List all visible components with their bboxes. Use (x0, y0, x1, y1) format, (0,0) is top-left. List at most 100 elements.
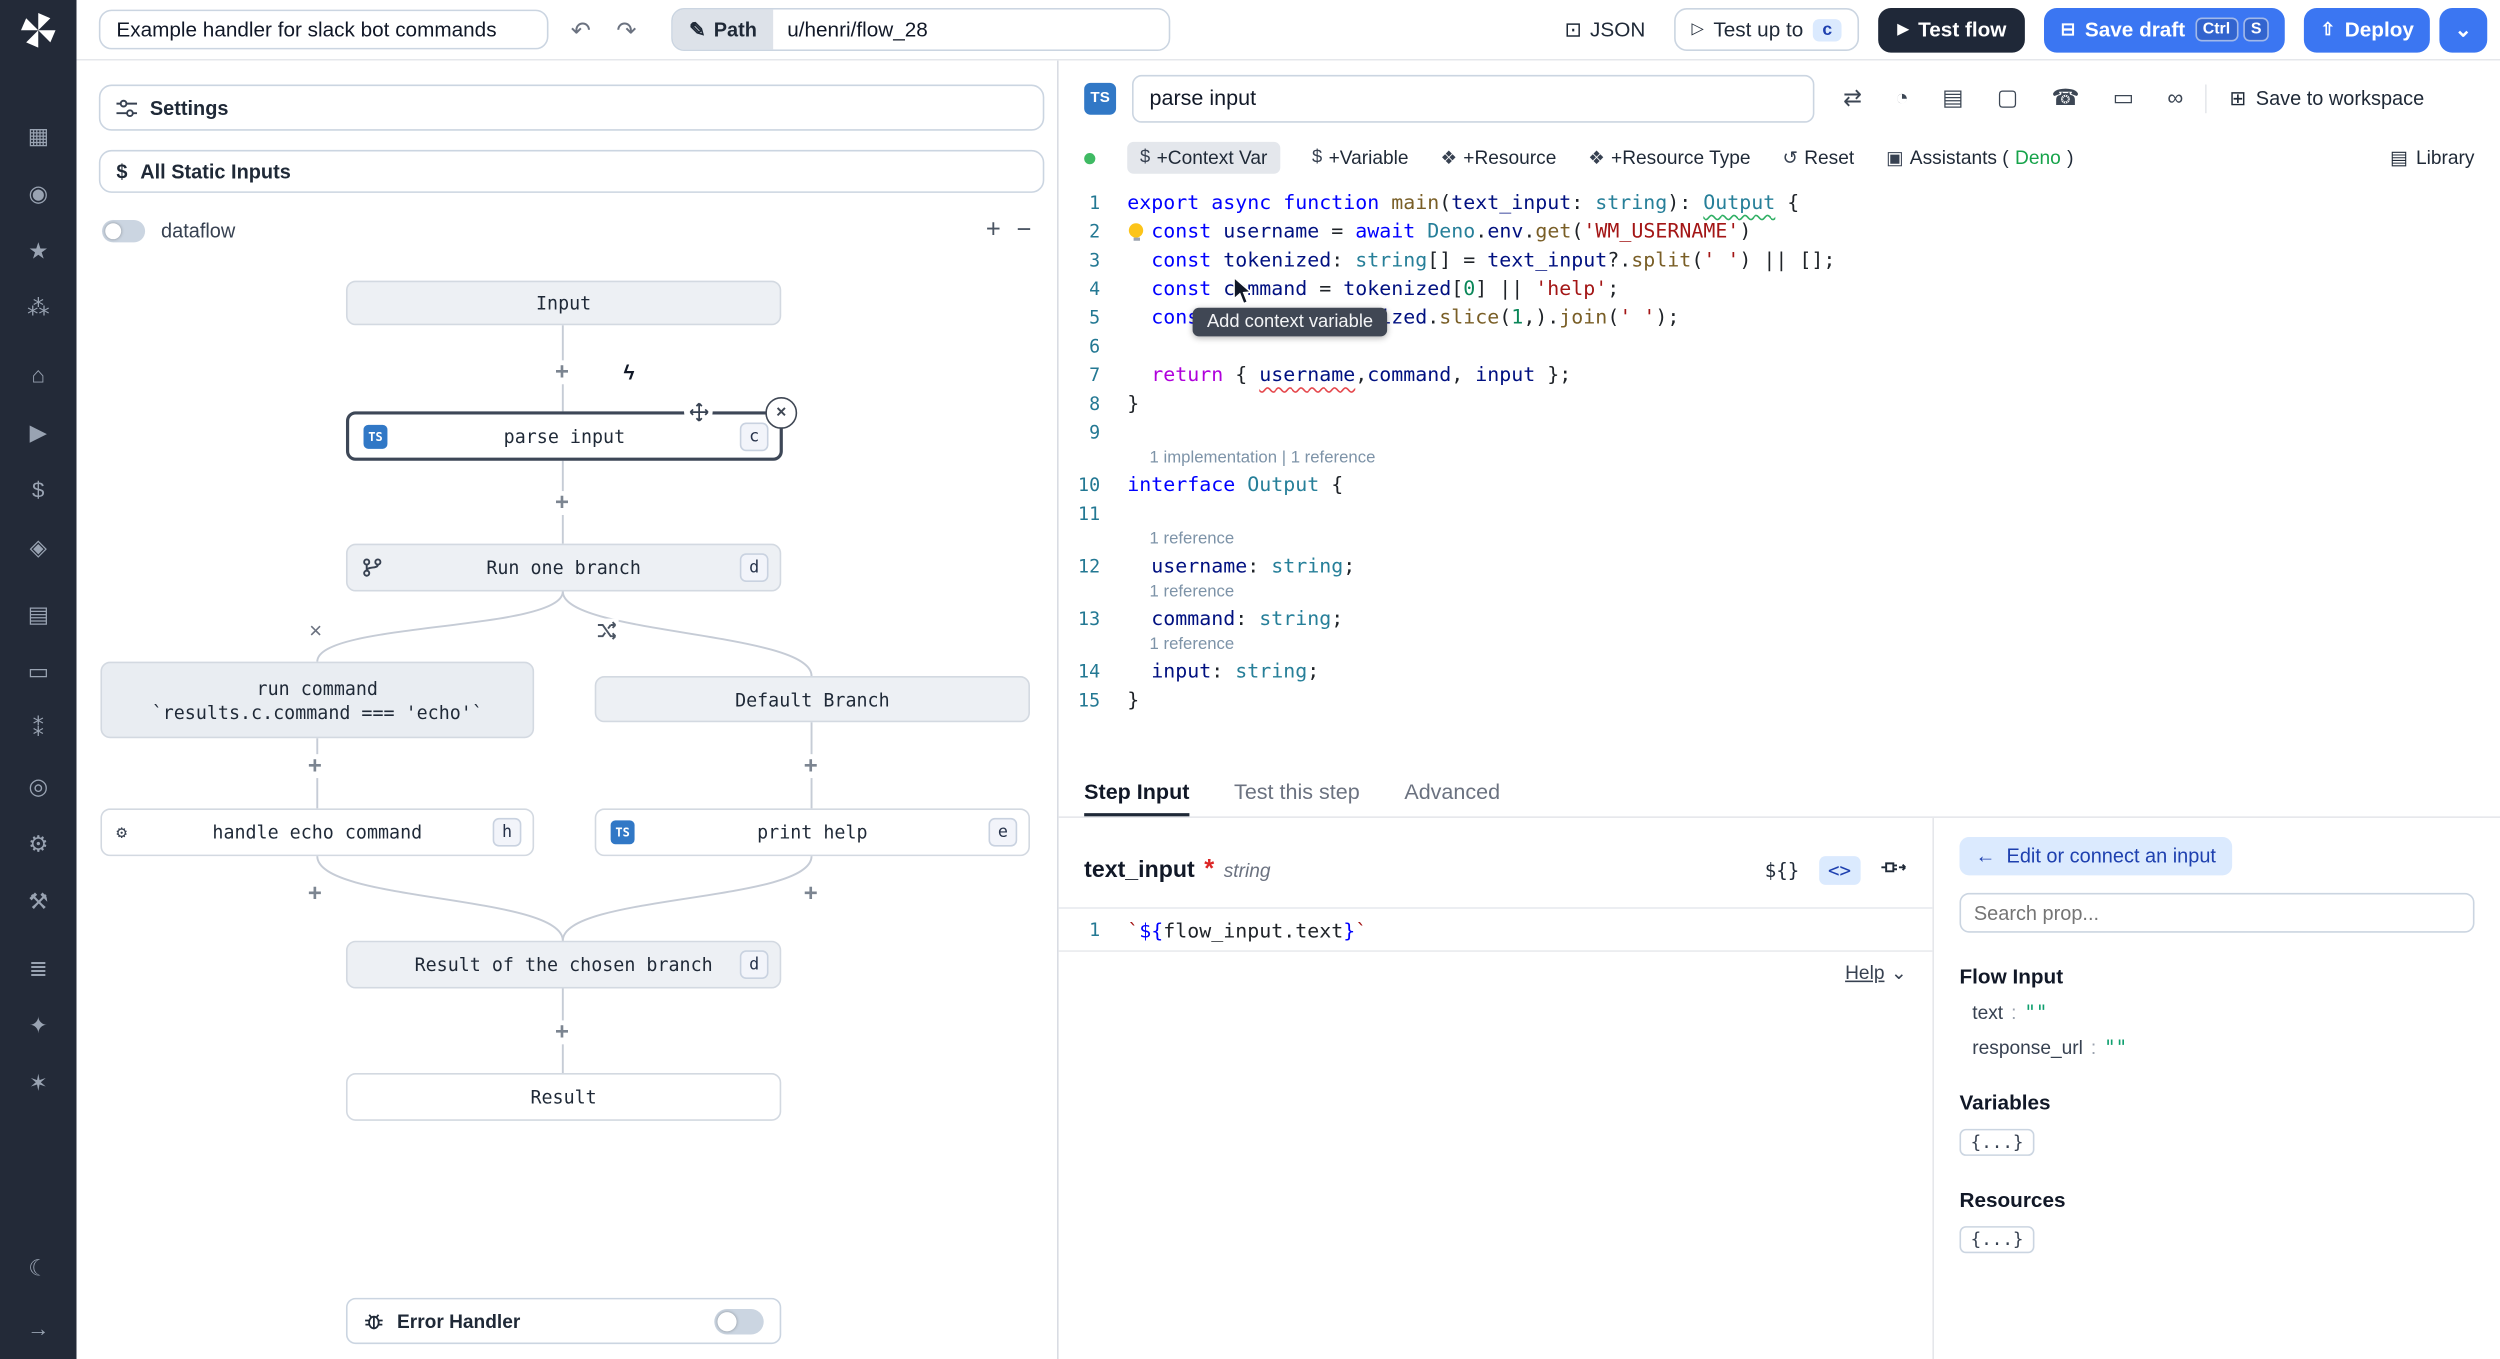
edit-connect-input-button[interactable]: ← Edit or connect an input (1959, 837, 2232, 876)
node-parse-input[interactable]: TS parse input c (345, 411, 783, 461)
window-icon[interactable]: ▢ (1997, 85, 2018, 112)
node-default-branch[interactable]: Default Branch (594, 676, 1030, 723)
settings-icon[interactable]: ⚙ (26, 831, 52, 857)
members-icon[interactable]: ⁑ (26, 716, 52, 742)
discord-icon[interactable]: ✦ (26, 1012, 52, 1038)
add-step-button[interactable]: + (798, 754, 823, 778)
code-line[interactable]: 10 interface Output { (1059, 470, 2500, 499)
node-input[interactable]: Input (345, 280, 782, 326)
swap-branches-icon[interactable] (593, 618, 619, 643)
schedules-icon[interactable]: ▤ (26, 601, 52, 627)
tab-test-this-step[interactable]: Test this step (1234, 770, 1360, 816)
voicemail-icon[interactable]: ∞ (2167, 85, 2183, 112)
flow-settings-button[interactable]: Settings (98, 84, 1045, 131)
redo-icon[interactable]: ↷ (613, 15, 639, 44)
audit-icon[interactable]: ◎ (26, 773, 52, 799)
code-line[interactable]: 11 (1059, 499, 2500, 528)
collapse-sidebar-icon[interactable]: → (26, 1315, 52, 1341)
deploy-button[interactable]: ⇧ Deploy (2304, 7, 2430, 52)
code-line[interactable]: 2 const username = await Deno.env.get('W… (1059, 217, 2500, 246)
favorites-icon[interactable]: ★ (26, 238, 52, 264)
codelens[interactable]: 1 implementation | 1 reference (1059, 446, 2500, 470)
code-mode-button[interactable]: <> (1818, 856, 1861, 885)
step-name-input[interactable] (1132, 74, 1815, 122)
code-line[interactable]: 4 const command = tokenized[0] || 'help'… (1059, 274, 2500, 303)
phone-icon[interactable]: ☎ (2051, 85, 2079, 112)
library-icon[interactable]: ▤ (1942, 85, 1963, 112)
code-line[interactable]: 7 return { username,command, input }; (1059, 360, 2500, 389)
add-step-button[interactable]: + (798, 881, 823, 906)
move-node-handle[interactable] (683, 397, 713, 426)
deploy-dropdown-button[interactable]: ⌄ (2439, 7, 2488, 52)
codelens[interactable]: 1 reference (1059, 580, 2500, 604)
toolbar-resource[interactable]: ❖ +Resource (1440, 147, 1556, 169)
input-expression-editor[interactable]: 1 `${flow_input.text}` (1058, 907, 1933, 952)
toolbar-context-var[interactable]: $ +Context Var (1127, 141, 1281, 174)
theme-toggle-icon[interactable]: ☾ (26, 1254, 52, 1280)
variables-icon[interactable]: $ (26, 477, 52, 503)
code-line[interactable]: 13 command: string; (1059, 604, 2500, 633)
docs-icon[interactable]: ≣ (26, 955, 52, 981)
resources-icon[interactable]: ◈ (26, 534, 52, 560)
dataflow-toggle[interactable] (102, 220, 146, 243)
github-icon[interactable]: ✶ (26, 1070, 52, 1096)
zoom-out-button[interactable]: − (1017, 217, 1032, 246)
flow-input-prop-response_url[interactable]: response_url: "" (1972, 1036, 2474, 1058)
folders-icon[interactable]: ▭ (26, 658, 52, 684)
undo-icon[interactable]: ↶ (568, 15, 594, 44)
code-line[interactable]: 9 (1059, 418, 2500, 447)
json-button[interactable]: ⊡ JSON (1555, 15, 1655, 44)
gauge-icon[interactable]: ◔ (1895, 85, 1909, 112)
template-literal-button[interactable]: ${} (1765, 859, 1800, 881)
trigger-bolt-icon[interactable]: ϟ (617, 358, 641, 385)
node-result[interactable]: Result (345, 1073, 782, 1121)
sync-icon[interactable]: ⇄ (1843, 85, 1862, 112)
static-inputs-button[interactable]: $ All Static Inputs (98, 149, 1045, 193)
edit-path-button[interactable]: ✎ Path (673, 9, 773, 50)
code-line[interactable]: 15} (1059, 686, 2500, 715)
windmill-logo[interactable] (18, 10, 59, 59)
add-step-button[interactable]: + (302, 881, 327, 906)
variables-expand-button[interactable]: {...} (1959, 1128, 2035, 1156)
code-line[interactable]: 12 username: string; (1059, 552, 2500, 581)
tab-advanced[interactable]: Advanced (1404, 770, 1500, 816)
save-to-workspace-button[interactable]: ⊞ Save to workspace (2230, 86, 2425, 110)
node-run-one-branch[interactable]: Run one branch d (345, 543, 782, 592)
node-run-command-branch[interactable]: run command `results.c.command === 'echo… (100, 661, 535, 739)
node-handle-echo-command[interactable]: ⚙ handle echo command h (100, 808, 535, 857)
code-line[interactable]: 8} (1059, 389, 2500, 418)
add-step-button[interactable]: + (550, 360, 574, 385)
help-link[interactable]: Help (1845, 961, 1884, 983)
add-step-button[interactable]: + (550, 491, 574, 515)
code-line[interactable]: 3 const tokenized: string[] = text_input… (1059, 246, 2500, 275)
flow-title-input[interactable]: Example handler for slack bot commands (98, 9, 549, 50)
codelens[interactable]: 1 reference (1059, 633, 2500, 657)
vehicle-icon[interactable]: ▭ (2113, 85, 2134, 112)
chevron-down-icon[interactable]: ⌄ (1891, 961, 1907, 983)
save-draft-button[interactable]: ⊟ Save draft Ctrl S (2044, 7, 2286, 52)
error-handler-toggle[interactable] (714, 1308, 764, 1334)
zoom-in-button[interactable]: + (986, 217, 1001, 246)
toolbar-reset[interactable]: ↺ Reset (1782, 147, 1854, 169)
path-input[interactable] (772, 9, 1169, 50)
add-step-button[interactable]: + (550, 1020, 574, 1044)
error-handler-row[interactable]: Error Handler (345, 1297, 782, 1345)
code-line[interactable]: 14 input: string; (1059, 657, 2500, 686)
flow-input-prop-text[interactable]: text: "" (1972, 1001, 2474, 1023)
search-prop-input[interactable] (1959, 892, 2475, 933)
connect-input-icon[interactable] (1880, 856, 1907, 885)
quickfix-lightbulb-icon[interactable] (1128, 223, 1144, 241)
toolbar-assistants[interactable]: ▣ Assistants (Deno) (1886, 147, 2073, 169)
node-print-help[interactable]: TS print help e (594, 808, 1030, 857)
resources-expand-button[interactable]: {...} (1959, 1226, 2035, 1254)
codelens[interactable]: 1 reference (1059, 528, 2500, 552)
groups-icon[interactable]: ⁂ (26, 295, 52, 321)
test-flow-button[interactable]: ▶ Test flow (1878, 7, 2026, 52)
add-step-button[interactable]: + (302, 754, 327, 778)
test-up-to-button[interactable]: ▷ Test up to c (1674, 7, 1860, 52)
node-branch-result[interactable]: Result of the chosen branch d (345, 940, 782, 989)
toolbar-resource-type[interactable]: ❖ +Resource Type (1588, 147, 1750, 169)
code-line[interactable]: 1 export async function main(text_input: … (1059, 188, 2500, 217)
code-editor[interactable]: 1 export async function main(text_input: … (1059, 180, 2500, 770)
home-icon[interactable]: ⌂ (26, 362, 52, 388)
